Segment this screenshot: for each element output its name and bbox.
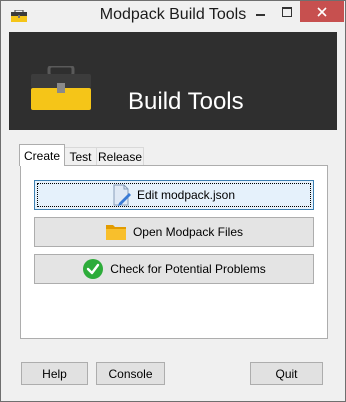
close-icon — [317, 6, 327, 17]
tab-create[interactable]: Create — [19, 144, 65, 166]
help-button[interactable]: Help — [21, 362, 88, 385]
tab-test[interactable]: Test — [64, 147, 97, 166]
header-banner: Build Tools — [9, 32, 337, 130]
maximize-button[interactable] — [274, 1, 300, 22]
toolbox-icon — [31, 66, 91, 110]
maximize-icon — [282, 6, 292, 17]
minimize-icon — [256, 13, 265, 16]
console-button[interactable]: Console — [96, 362, 165, 385]
check-circle-icon — [83, 259, 104, 279]
edit-modpack-json-button[interactable]: Edit modpack.json — [34, 180, 314, 210]
main-panel: Create Test Release Edit modpack.json Op… — [9, 130, 337, 392]
create-tab-panel: Edit modpack.json Open Modpack Files Che… — [20, 165, 328, 339]
folder-icon — [105, 225, 126, 240]
minimize-button[interactable] — [248, 1, 274, 22]
banner-title: Build Tools — [128, 88, 244, 115]
edit-file-icon — [113, 184, 131, 206]
tab-release[interactable]: Release — [96, 147, 144, 166]
open-modpack-files-button[interactable]: Open Modpack Files — [34, 217, 314, 247]
open-modpack-files-label: Open Modpack Files — [132, 225, 244, 239]
edit-modpack-json-label: Edit modpack.json — [136, 188, 236, 202]
title-bar[interactable]: Modpack Build Tools — [1, 1, 345, 31]
check-problems-button[interactable]: Check for Potential Problems — [34, 254, 314, 284]
check-problems-label: Check for Potential Problems — [110, 262, 266, 276]
app-window: Modpack Build Tools Build Tools Create T… — [0, 0, 346, 402]
close-button[interactable] — [300, 1, 344, 22]
quit-button[interactable]: Quit — [250, 362, 323, 385]
